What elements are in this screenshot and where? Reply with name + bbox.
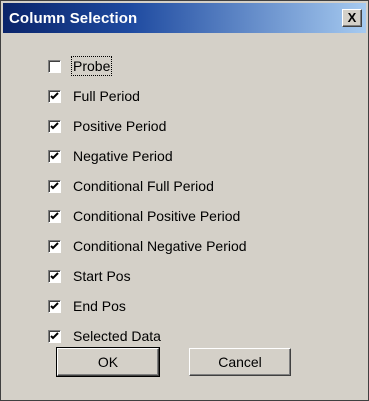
option-conditional-positive-period[interactable]: Conditional Positive Period (48, 201, 247, 231)
close-button[interactable]: X (342, 9, 362, 27)
title-bar[interactable]: Column Selection X (3, 3, 366, 33)
option-label: End Pos (73, 298, 126, 314)
option-label: Start Pos (73, 268, 131, 284)
option-negative-period[interactable]: Negative Period (48, 141, 247, 171)
checkbox-conditional-positive-period[interactable] (48, 209, 61, 223)
checkbox-start-pos[interactable] (48, 269, 61, 283)
cancel-button[interactable]: Cancel (189, 348, 291, 376)
option-conditional-full-period[interactable]: Conditional Full Period (48, 171, 247, 201)
dialog-title: Column Selection (9, 10, 138, 27)
ok-button[interactable]: OK (56, 347, 160, 377)
option-label: Selected Data (73, 328, 161, 344)
option-label: Conditional Negative Period (73, 238, 247, 254)
option-label: Positive Period (73, 118, 167, 134)
checkbox-negative-period[interactable] (48, 149, 61, 163)
option-end-pos[interactable]: End Pos (48, 291, 247, 321)
checkbox-selected-data[interactable] (48, 329, 61, 343)
checkmark-icon (50, 181, 59, 189)
option-label: Conditional Full Period (73, 178, 214, 194)
checkmark-icon (50, 151, 59, 159)
column-selection-dialog: Column Selection X Probe Full Period Pos… (0, 0, 369, 401)
checkbox-conditional-full-period[interactable] (48, 179, 61, 193)
option-full-period[interactable]: Full Period (48, 81, 247, 111)
option-probe[interactable]: Probe (48, 51, 247, 81)
checkmark-icon (50, 91, 59, 99)
option-label: Negative Period (73, 148, 173, 164)
option-selected-data[interactable]: Selected Data (48, 321, 247, 351)
close-icon: X (347, 10, 357, 25)
checkmark-icon (50, 271, 59, 279)
option-start-pos[interactable]: Start Pos (48, 261, 247, 291)
checkmark-icon (50, 211, 59, 219)
option-conditional-negative-period[interactable]: Conditional Negative Period (48, 231, 247, 261)
checkmark-icon (50, 331, 59, 339)
checkbox-positive-period[interactable] (48, 119, 61, 133)
checkbox-conditional-negative-period[interactable] (48, 239, 61, 253)
option-label: Conditional Positive Period (73, 208, 241, 224)
column-options-list: Probe Full Period Positive Period Negati… (48, 51, 247, 351)
option-label: Probe (70, 56, 113, 76)
checkmark-icon (50, 301, 59, 309)
checkmark-icon (50, 121, 59, 129)
checkmark-icon (50, 241, 59, 249)
option-label: Full Period (73, 88, 140, 104)
option-positive-period[interactable]: Positive Period (48, 111, 247, 141)
checkbox-full-period[interactable] (48, 89, 61, 103)
checkbox-probe[interactable] (48, 59, 61, 73)
checkbox-end-pos[interactable] (48, 299, 61, 313)
